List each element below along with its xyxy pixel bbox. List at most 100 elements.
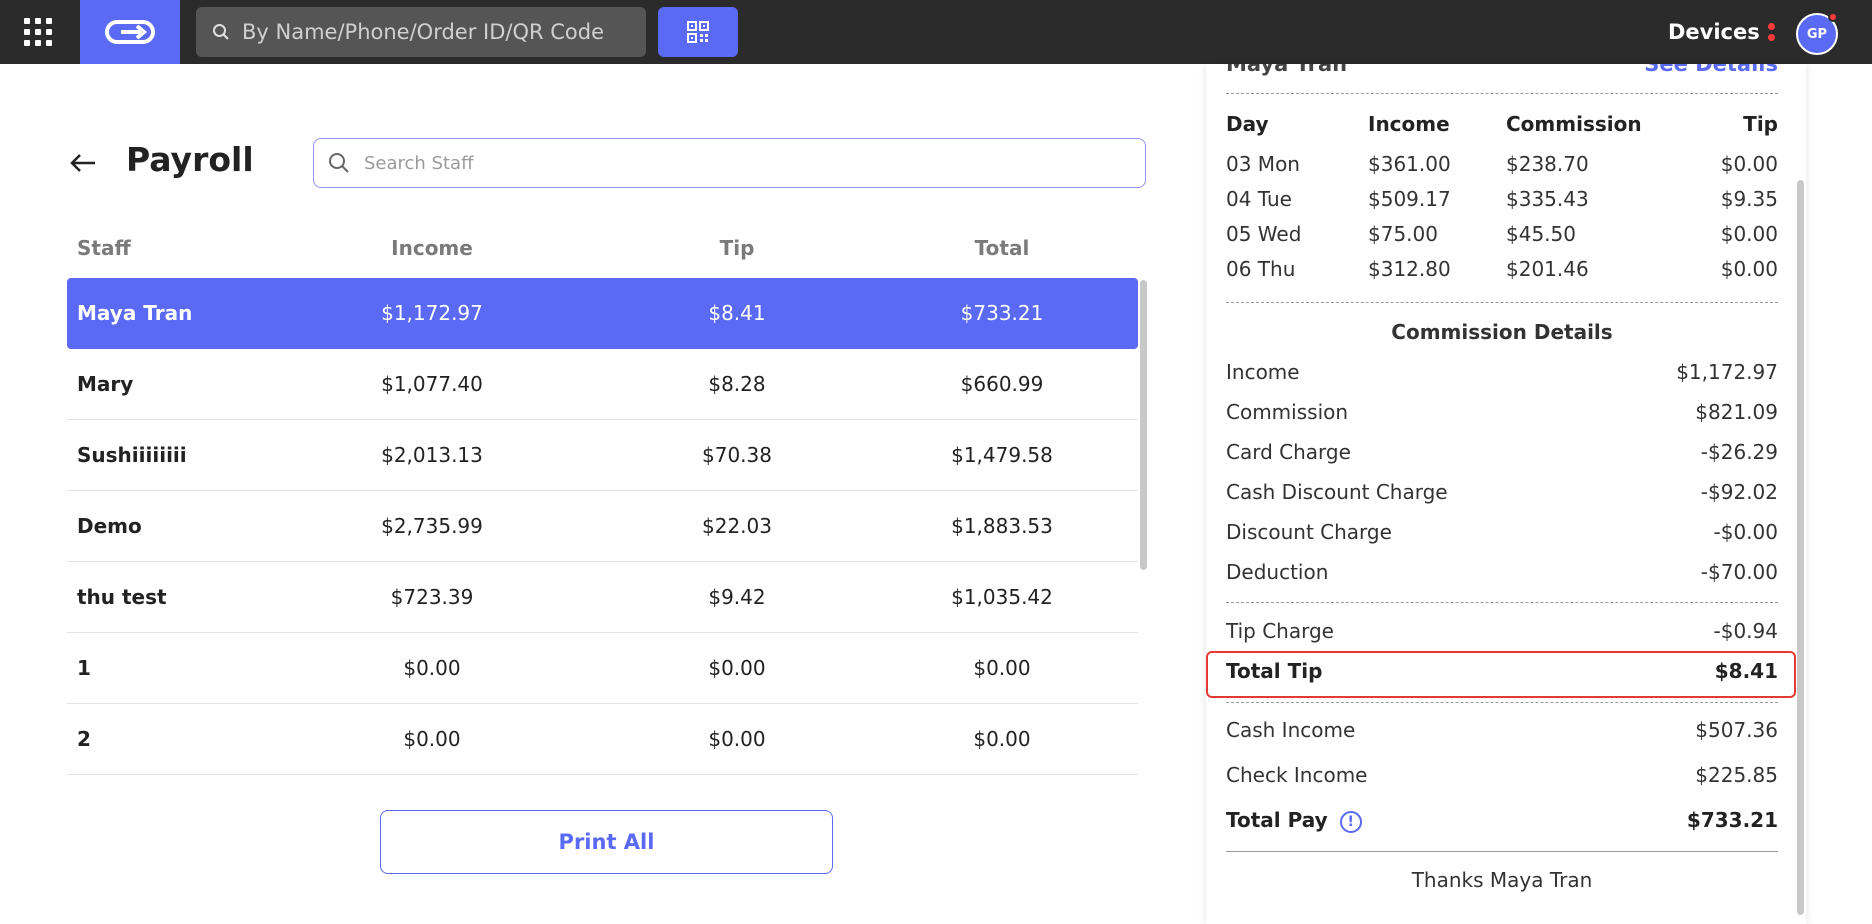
staff-name: Mary — [77, 372, 134, 396]
day-income-cell: $75.00 — [1368, 222, 1438, 246]
search-icon — [329, 153, 349, 173]
day-cell: 05 Wed — [1226, 222, 1302, 246]
total-pay-row: Total Pay! $733.21 — [1226, 808, 1778, 836]
staff-name: 2 — [77, 727, 91, 751]
table-row[interactable]: Demo $2,735.99 $22.03 $1,883.53 — [67, 491, 1138, 562]
tip-cell: $8.41 — [708, 301, 766, 325]
total-pay-value: $733.21 — [1686, 808, 1778, 832]
table-scrollbar-thumb[interactable] — [1140, 280, 1147, 570]
header-income[interactable]: Income — [347, 236, 517, 260]
total-cell: $0.00 — [973, 656, 1031, 680]
staff-name: Demo — [77, 514, 142, 538]
detail-header: Maya Tran See Details — [1226, 64, 1778, 84]
day-header: Day — [1226, 112, 1269, 136]
total-cell: $1,035.42 — [951, 585, 1053, 609]
item-value: $821.09 — [1695, 400, 1778, 424]
total-cell: $733.21 — [960, 301, 1044, 325]
global-search-input[interactable] — [242, 20, 632, 44]
header-tip[interactable]: Tip — [667, 236, 807, 260]
commission-item: Income $1,172.97 — [1226, 360, 1778, 388]
table-row[interactable]: 2 $0.00 $0.00 $0.00 — [67, 704, 1138, 775]
commission-item: Deduction -$70.00 — [1226, 560, 1778, 588]
day-tip-cell: $0.00 — [1720, 257, 1778, 281]
qr-scan-button[interactable] — [658, 7, 738, 57]
item-value: -$0.00 — [1713, 520, 1778, 544]
tip-cell: $9.42 — [708, 585, 766, 609]
day-cell: 06 Thu — [1226, 257, 1296, 281]
detail-scrollbar[interactable] — [1797, 180, 1804, 915]
divider — [1226, 602, 1778, 603]
devices-status-icon — [1767, 23, 1775, 41]
avatar-initials: GP — [1806, 26, 1828, 42]
see-details-link[interactable]: See Details — [1644, 64, 1778, 76]
avatar[interactable]: GP — [1796, 12, 1838, 55]
income-cell: $2,013.13 — [381, 443, 483, 467]
day-income-cell: $509.17 — [1368, 187, 1451, 211]
staff-search-input[interactable] — [364, 152, 1124, 174]
cash-income-label: Cash Income — [1226, 718, 1356, 742]
day-cell: 04 Tue — [1226, 187, 1292, 211]
day-row: 06 Thu $312.80 $201.46 $0.00 — [1226, 257, 1778, 285]
day-row: 03 Mon $361.00 $238.70 $0.00 — [1226, 152, 1778, 180]
top-bar: Devices GP — [0, 0, 1872, 64]
divider — [1226, 93, 1778, 94]
day-commission-cell: $45.50 — [1506, 222, 1576, 246]
table-row[interactable]: thu test $723.39 $9.42 $1,035.42 — [67, 562, 1138, 633]
page-title: Payroll — [126, 140, 254, 179]
info-icon[interactable]: ! — [1339, 810, 1362, 833]
notification-dot-icon — [1828, 12, 1838, 22]
day-commission-cell: $238.70 — [1506, 152, 1589, 176]
day-cell: 03 Mon — [1226, 152, 1300, 176]
tip-charge-row: Tip Charge -$0.94 — [1226, 619, 1778, 647]
search-icon — [213, 24, 229, 40]
total-cell: $1,883.53 — [951, 514, 1053, 538]
item-label: Deduction — [1226, 560, 1329, 584]
thanks-message: Thanks Maya Tran — [1411, 868, 1593, 892]
income-cell: $2,735.99 — [381, 514, 483, 538]
item-label: Cash Discount Charge — [1226, 480, 1448, 504]
day-table-header: Day Income Commission Tip — [1226, 112, 1778, 140]
item-value: $1,172.97 — [1676, 360, 1778, 384]
total-pay-label: Total Pay — [1226, 808, 1328, 832]
check-income-row: Check Income $225.85 — [1226, 763, 1778, 791]
item-label: Discount Charge — [1226, 520, 1392, 544]
item-label: Commission — [1226, 400, 1349, 424]
tip-cell: $22.03 — [702, 514, 772, 538]
total-cell: $660.99 — [960, 372, 1044, 396]
income-cell: $0.00 — [403, 656, 461, 680]
staff-name: thu test — [77, 585, 167, 609]
total-cell: $0.00 — [973, 727, 1031, 751]
print-all-button[interactable]: Print All — [380, 810, 833, 874]
day-income-cell: $312.80 — [1368, 257, 1451, 281]
divider — [1226, 702, 1778, 703]
logo[interactable] — [80, 0, 180, 64]
table-row[interactable]: Mary $1,077.40 $8.28 $660.99 — [67, 349, 1138, 420]
qr-code-icon — [687, 21, 709, 43]
day-commission-header: Commission — [1506, 112, 1642, 136]
table-row[interactable]: Maya Tran $1,172.97 $8.41 $733.21 — [67, 278, 1138, 349]
divider — [1226, 302, 1778, 303]
header-staff[interactable]: Staff — [77, 236, 131, 260]
day-tip-cell: $0.00 — [1720, 222, 1778, 246]
devices-menu[interactable]: Devices — [1668, 18, 1775, 46]
income-cell: $1,172.97 — [381, 301, 483, 325]
day-commission-cell: $335.43 — [1506, 187, 1589, 211]
table-row[interactable]: Sushiiiiiiii $2,013.13 $70.38 $1,479.58 — [67, 420, 1138, 491]
apps-grid-icon[interactable] — [24, 18, 52, 46]
commission-item: Card Charge -$26.29 — [1226, 440, 1778, 468]
total-tip-highlight — [1206, 651, 1796, 698]
day-tip-header: Tip — [1743, 112, 1778, 136]
commission-item: Discount Charge -$0.00 — [1226, 520, 1778, 548]
tip-charge-value: -$0.94 — [1713, 619, 1778, 643]
header-total[interactable]: Total — [922, 236, 1082, 260]
staff-name: Maya Tran — [77, 301, 193, 325]
item-label: Income — [1226, 360, 1300, 384]
item-value: -$92.02 — [1700, 480, 1778, 504]
back-arrow-icon[interactable] — [68, 148, 98, 178]
table-row[interactable]: 1 $0.00 $0.00 $0.00 — [67, 633, 1138, 704]
tip-cell: $0.00 — [708, 727, 766, 751]
day-income-header: Income — [1368, 112, 1450, 136]
payroll-table: Maya Tran $1,172.97 $8.41 $733.21 Mary $… — [67, 278, 1138, 775]
link-logo-icon — [105, 20, 155, 44]
day-row: 04 Tue $509.17 $335.43 $9.35 — [1226, 187, 1778, 215]
